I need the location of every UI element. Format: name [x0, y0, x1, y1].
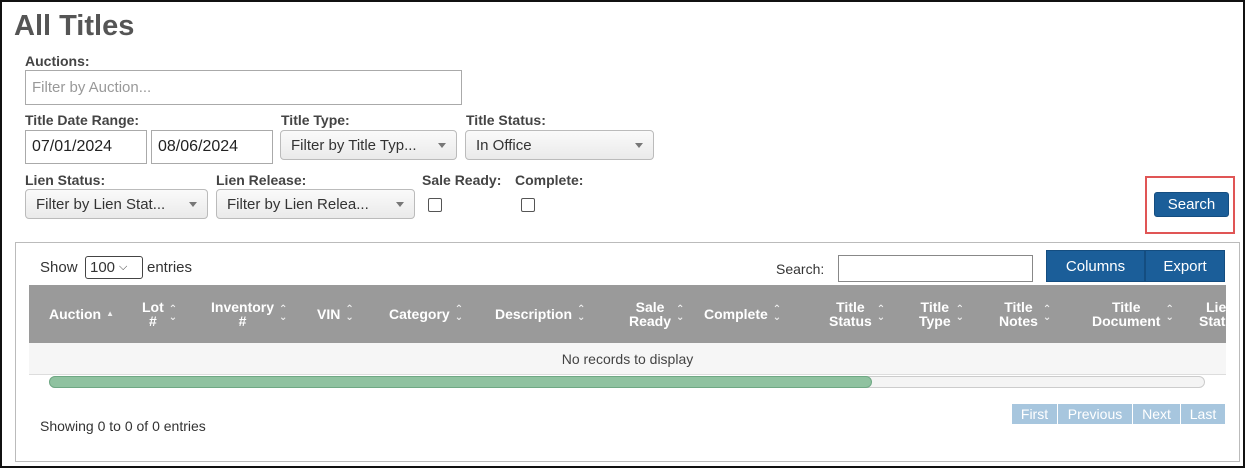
sort-icon: ⌃ ⌄	[1042, 304, 1052, 323]
complete-checkbox[interactable]	[521, 198, 535, 212]
column-header-label-line2: Status	[1199, 313, 1226, 329]
show-label: Show	[40, 259, 78, 276]
column-header-label: Description	[495, 306, 573, 322]
title-status-label: Title Status:	[466, 112, 546, 128]
lien-status-dropdown[interactable]: Filter by Lien Stat...	[25, 189, 208, 219]
column-header[interactable]: Title Status ⌃ ⌄	[829, 285, 911, 343]
title-type-dropdown[interactable]: Filter by Title Typ...	[280, 130, 457, 160]
column-header-label: Title Type	[919, 299, 951, 329]
sort-icon: ⌃ ⌄	[345, 304, 354, 323]
page-size-select[interactable]: 100 ⌵	[85, 256, 143, 279]
search-button[interactable]: Search	[1154, 192, 1229, 217]
column-header-label-line2: Notes	[999, 313, 1038, 329]
sort-icon: ⌃ ⌄	[876, 304, 886, 323]
lien-release-value: Filter by Lien Relea...	[227, 195, 369, 213]
sort-icon: ⌃ ⌄	[279, 304, 288, 323]
column-header-label: Sale Ready	[629, 299, 672, 329]
column-header-label: Title Status	[829, 299, 872, 329]
column-header-label: Auction	[49, 306, 102, 322]
columns-button[interactable]: Columns	[1046, 250, 1145, 282]
page-title: All Titles	[14, 10, 135, 42]
column-header[interactable]: Inventory # ⌃ ⌄	[211, 285, 301, 343]
pager-last-button[interactable]: Last	[1181, 404, 1226, 424]
pager-first-button[interactable]: First	[1012, 404, 1058, 424]
column-header-label: Category	[389, 306, 450, 322]
column-header-label-line2: Status	[829, 313, 872, 329]
sort-asc-icon: ▲	[106, 309, 115, 318]
page-size-value: 100	[90, 259, 116, 276]
column-header[interactable]: Auction ▲	[49, 285, 149, 343]
column-header[interactable]: Category ⌃ ⌄	[389, 285, 485, 343]
sale-ready-label: Sale Ready:	[422, 172, 502, 188]
pager-previous-button[interactable]: Previous	[1058, 404, 1133, 424]
column-header-label-line2: #	[148, 313, 157, 329]
entries-info: Showing 0 to 0 of 0 entries	[40, 418, 206, 434]
complete-label: Complete:	[515, 172, 584, 188]
sale-ready-checkbox[interactable]	[428, 198, 442, 212]
title-type-label: Title Type:	[281, 112, 350, 128]
column-header[interactable]: Title Type ⌃ ⌄	[919, 285, 991, 343]
column-header-label: LienStatus	[1199, 300, 1226, 328]
caret-down-icon	[189, 201, 197, 207]
sort-icon: ⌃ ⌄	[676, 304, 685, 323]
column-header[interactable]: Sale Ready ⌃ ⌄	[629, 285, 695, 343]
title-type-value: Filter by Title Typ...	[291, 136, 417, 154]
lien-status-value: Filter by Lien Stat...	[36, 195, 166, 213]
lien-status-label: Lien Status:	[25, 172, 106, 188]
chevron-down-icon: ⌵	[119, 261, 128, 273]
column-header-label: Title Notes	[999, 299, 1038, 329]
caret-down-icon	[396, 201, 404, 207]
column-header[interactable]: Description ⌃ ⌄	[495, 285, 619, 343]
column-header[interactable]: VIN ⌃ ⌄	[317, 285, 373, 343]
date-range-label: Title Date Range:	[25, 112, 140, 128]
caret-down-icon	[438, 142, 446, 148]
column-header[interactable]: Title Notes ⌃ ⌄	[999, 285, 1083, 343]
lien-release-dropdown[interactable]: Filter by Lien Relea...	[216, 189, 415, 219]
entries-label: entries	[147, 259, 193, 276]
column-header-label: VIN	[317, 306, 341, 322]
start-date-input[interactable]: 07/01/2024	[25, 130, 147, 164]
empty-message: No records to display	[29, 343, 1226, 375]
column-header-label: Inventory #	[211, 299, 275, 329]
sort-icon: ⌃ ⌄	[454, 304, 464, 323]
table-header: Auction ▲ Lot # ⌃ ⌄ Inventory # ⌃ ⌄ VIN ⌃ ⌄ Category ⌃…	[29, 285, 1226, 343]
sort-icon: ⌃ ⌄	[955, 304, 965, 323]
auction-filter-input[interactable]: Filter by Auction...	[25, 70, 462, 105]
sort-icon: ⌃ ⌄	[577, 304, 586, 323]
sort-icon: ⌃ ⌄	[168, 304, 178, 323]
column-header-label: Title Document	[1092, 299, 1161, 329]
column-header-label: Lot #	[142, 299, 164, 329]
column-header[interactable]: Complete ⌃ ⌄	[704, 285, 821, 343]
auctions-label: Auctions:	[25, 53, 90, 69]
scrollbar-thumb[interactable]	[49, 376, 872, 388]
column-header[interactable]: LienStatus	[1199, 285, 1226, 343]
sort-icon: ⌃ ⌄	[1165, 304, 1174, 323]
grid-search-input[interactable]	[838, 255, 1033, 282]
column-header[interactable]: Title Document ⌃ ⌄	[1092, 285, 1200, 343]
lien-release-label: Lien Release:	[216, 172, 307, 188]
title-status-dropdown[interactable]: In Office	[465, 130, 654, 160]
column-header-label: Complete	[704, 306, 768, 322]
pager-next-button[interactable]: Next	[1133, 404, 1181, 424]
column-header-label-line2: #	[238, 313, 247, 329]
column-header-label-line2: Ready	[629, 313, 672, 329]
end-date-input[interactable]: 08/06/2024	[151, 130, 273, 164]
column-header[interactable]: Lot # ⌃ ⌄	[142, 285, 192, 343]
title-status-value: In Office	[476, 136, 532, 154]
export-button[interactable]: Export	[1145, 250, 1225, 282]
grid-search-label: Search:	[776, 261, 825, 277]
caret-down-icon	[635, 142, 643, 148]
column-header-label-line2: Document	[1092, 313, 1161, 329]
column-header-label-line2: Type	[919, 313, 951, 329]
sort-icon: ⌃ ⌄	[772, 304, 782, 323]
